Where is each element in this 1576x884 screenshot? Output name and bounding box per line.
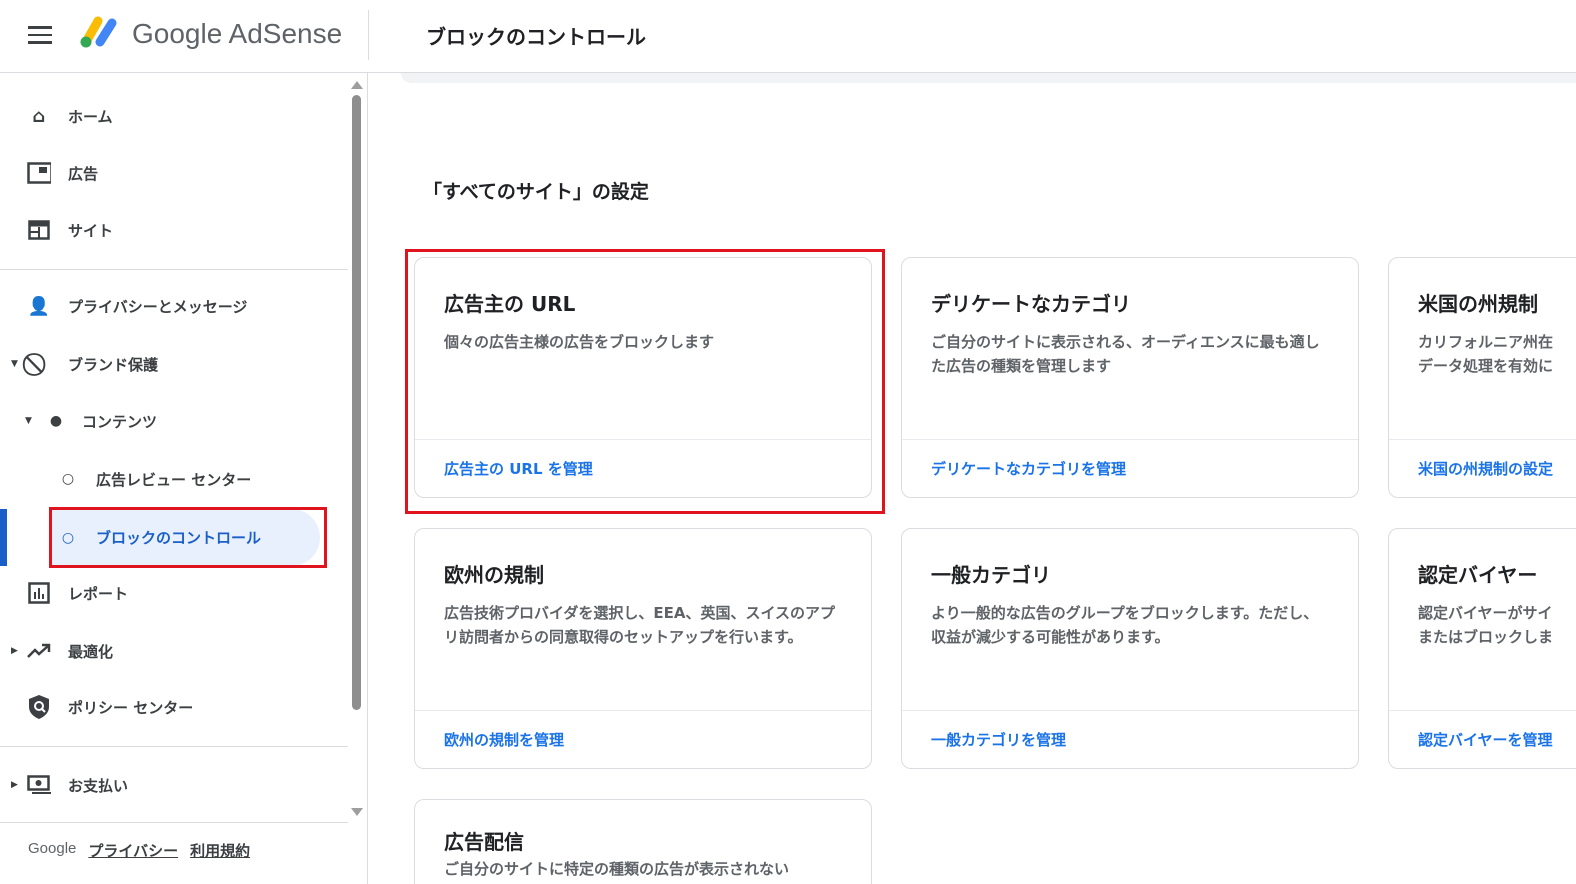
ads-icon: [27, 161, 51, 185]
sidebar-item-privacy[interactable]: 👤 プライバシーとメッセージ: [0, 281, 348, 331]
card-us-state-regulations: 米国の州規制カリフォルニア州在 データ処理を有効に米国の州規制の設定: [1388, 257, 1576, 498]
card-sensitive-categories: デリケートなカテゴリご自分のサイトに表示される、オーディエンスに最も適した広告の…: [901, 257, 1359, 498]
card-description: 広告技術プロバイダを選択し、EEA、英国、スイスのアプリ訪問者からの同意取得のセ…: [444, 604, 836, 646]
caret-down-icon: ▼: [11, 359, 18, 369]
card-footer: 欧州の規制を管理: [415, 710, 871, 768]
card-title: 一般カテゴリ: [931, 563, 1051, 587]
card-footer: デリケートなカテゴリを管理: [902, 439, 1358, 497]
scroll-down-arrow[interactable]: [351, 808, 363, 816]
sidebar-divider: [0, 746, 348, 747]
highlight-box: [49, 507, 327, 568]
card-title: 欧州の規制: [444, 563, 544, 587]
sidebar-item-content[interactable]: ▼ ● コンテンツ: [0, 396, 348, 446]
header-divider: [368, 10, 369, 60]
sidebar-item-home[interactable]: ⌂ ホーム: [0, 91, 348, 141]
payments-icon: [27, 773, 51, 797]
manage-link[interactable]: 一般カテゴリを管理: [931, 729, 1066, 750]
card-title: デリケートなカテゴリ: [931, 292, 1131, 316]
card-description: 認定バイヤーがサイ またはブロックしま: [1418, 604, 1554, 646]
adsense-logo: [80, 16, 117, 48]
sidebar-item-payments[interactable]: ▶ お支払い: [0, 760, 348, 810]
card-footer: 一般カテゴリを管理: [902, 710, 1358, 768]
home-icon: ⌂: [32, 105, 46, 127]
google-label: Google: [28, 840, 77, 857]
sidebar-item-sites[interactable]: サイト: [0, 205, 348, 255]
caret-right-icon: ▶: [11, 780, 18, 790]
card-title: 認定バイヤー: [1418, 563, 1538, 587]
manage-link[interactable]: 米国の州規制の設定: [1418, 458, 1553, 479]
dot-icon: ●: [49, 413, 63, 429]
sidebar-item-ads[interactable]: 広告: [0, 148, 348, 198]
card-description: カリフォルニア州在 データ処理を有効に: [1418, 333, 1554, 375]
sidebar-item-policy-center[interactable]: ポリシー センター: [0, 682, 348, 732]
scroll-up-arrow[interactable]: [351, 81, 363, 89]
terms-link[interactable]: 利用規約: [190, 840, 250, 861]
card-description: ご自分のサイトに特定の種類の広告が表示されない: [444, 860, 790, 878]
card-description: より一般的な広告のグループをブロックします。ただし、収益が減少する可能性がありま…: [931, 604, 1319, 646]
caret-right-icon: ▶: [11, 646, 18, 656]
card-european-regulations: 欧州の規制広告技術プロバイダを選択し、EEA、英国、スイスのアプリ訪問者からの同…: [414, 528, 872, 769]
sidebar-divider: [0, 822, 348, 823]
top-bar: Google AdSense ブロックのコントロール: [0, 0, 1576, 73]
card-authorized-buyers: 認定バイヤー認定バイヤーがサイ またはブロックしま認定バイヤーを管理: [1388, 528, 1576, 769]
highlight-box: [405, 249, 885, 514]
sidebar-scrollbar[interactable]: [352, 95, 361, 710]
manage-link[interactable]: デリケートなカテゴリを管理: [931, 458, 1126, 479]
block-icon: ⃠: [27, 352, 51, 376]
section-title: 「すべてのサイト」の設定: [423, 181, 649, 203]
sites-icon: [27, 218, 51, 242]
privacy-link[interactable]: プライバシー: [88, 840, 178, 861]
sidebar-item-ad-review-center[interactable]: ○ 広告レビュー センター: [0, 454, 348, 504]
sidebar-divider: [0, 269, 348, 270]
card-general-categories: 一般カテゴリより一般的な広告のグループをブロックします。ただし、収益が減少する可…: [901, 528, 1359, 769]
sidebar-item-optimization[interactable]: ▶ 最適化: [0, 626, 348, 676]
card-ad-serving: 広告配信ご自分のサイトに特定の種類の広告が表示されない: [414, 799, 872, 884]
top-card-edge: [401, 73, 1576, 83]
brand-name: Google AdSense: [132, 18, 343, 49]
card-footer: 認定バイヤーを管理: [1389, 710, 1576, 768]
policy-icon: [27, 695, 51, 719]
caret-down-icon: ▼: [25, 416, 32, 426]
card-footer: 米国の州規制の設定: [1389, 439, 1576, 497]
sidebar-footer: Google プライバシー 利用規約: [28, 840, 250, 861]
manage-link[interactable]: 欧州の規制を管理: [444, 729, 564, 750]
active-indicator: [0, 509, 7, 566]
card-title: 広告配信: [444, 830, 524, 854]
privacy-icon: 👤: [27, 295, 51, 317]
sidebar-item-brand-protection[interactable]: ▼⃠ブランド保護: [0, 339, 348, 389]
circle-icon: ○: [61, 471, 75, 487]
card-description: ご自分のサイトに表示される、オーディエンスに最も適した広告の種類を管理します: [931, 333, 1320, 375]
page-title: ブロックのコントロール: [426, 25, 646, 49]
sidebar: ⌂ホーム 広告 サイト 👤プライバシーとメッセージ ▼⃠ブランド保護 ▼●コンテ…: [0, 73, 368, 884]
sidebar-item-reports[interactable]: レポート: [0, 568, 348, 618]
card-title: 米国の州規制: [1418, 292, 1538, 316]
trend-icon: [27, 639, 51, 663]
chart-icon: [27, 581, 51, 605]
manage-link[interactable]: 認定バイヤーを管理: [1418, 729, 1553, 750]
menu-icon[interactable]: [28, 26, 52, 44]
